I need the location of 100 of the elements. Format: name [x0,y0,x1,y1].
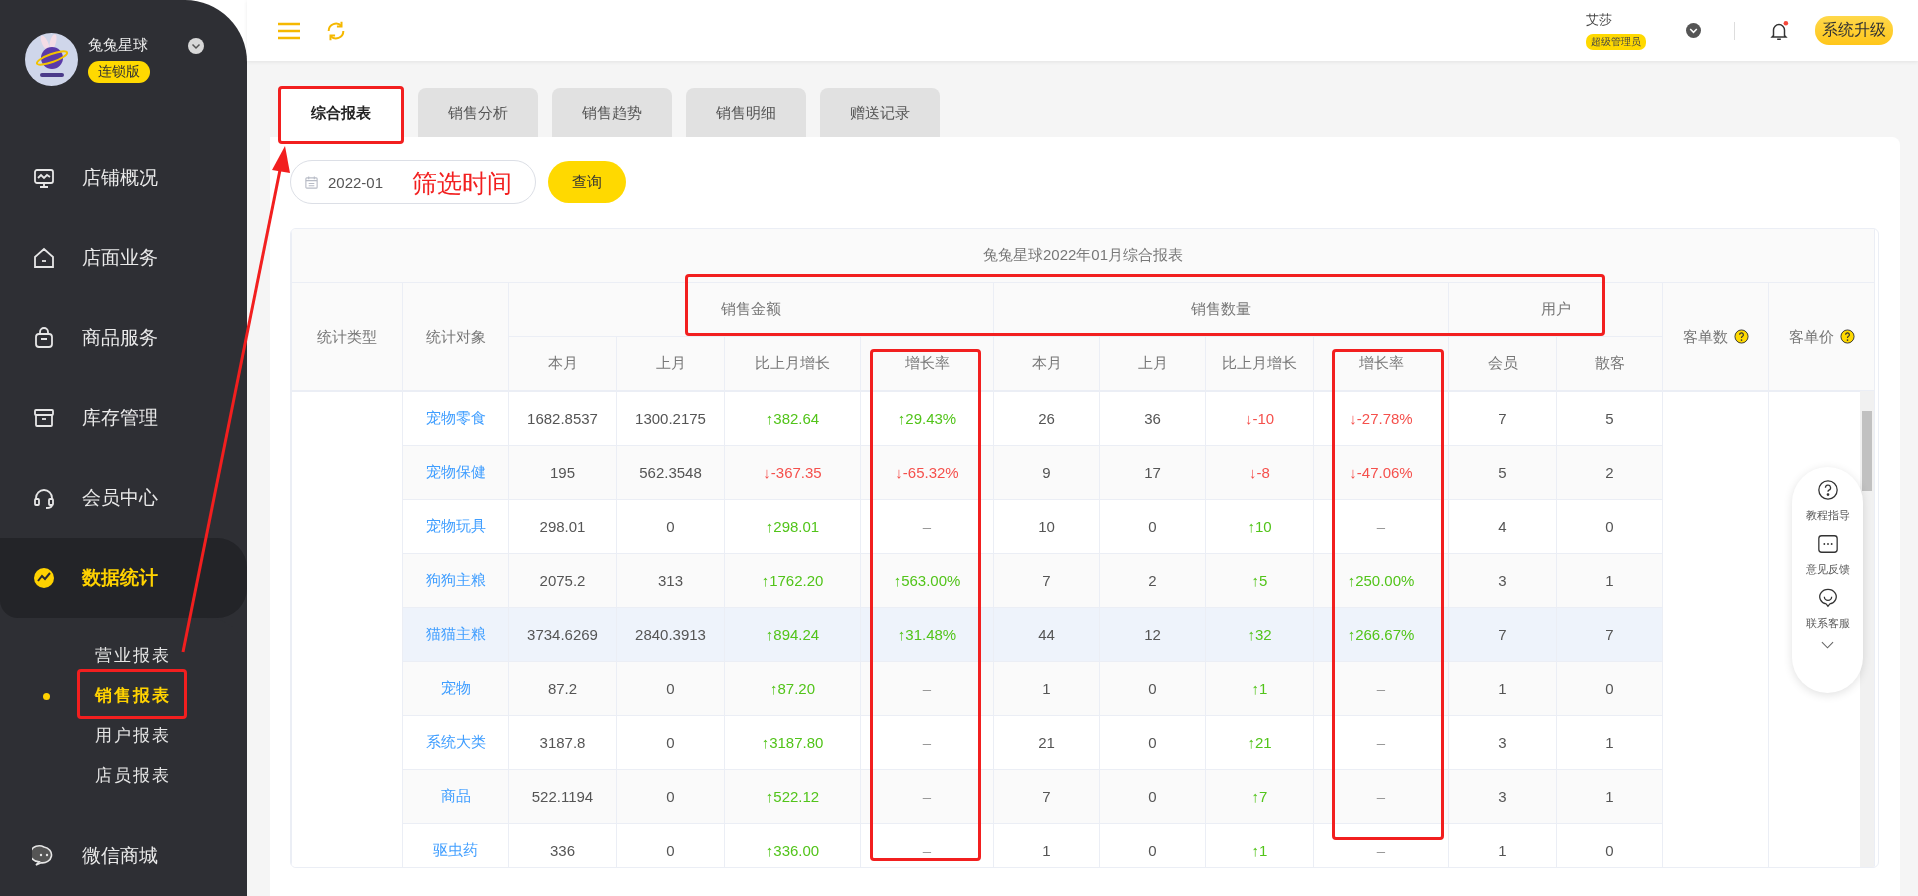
table-cell: ↑298.01 [724,499,861,554]
table-cell: 2840.3913 [616,607,725,662]
table-cell: 0 [616,661,725,716]
table-cell: 0 [1556,661,1663,716]
table-cell: 87.2 [508,661,617,716]
table-cell: 3734.6269 [508,607,617,662]
tab[interactable]: 销售趋势 [552,88,672,137]
table-cell: ↑7 [1205,769,1314,824]
menu-item[interactable]: 微信商城 [0,816,247,896]
table-cell: ↓-8 [1205,445,1314,500]
table-cell: – [860,499,994,554]
help-label[interactable]: 联系客服 [1805,616,1850,631]
table-cell: 3 [1448,553,1557,608]
table-cell: ↑21 [1205,715,1314,770]
edition-badge: 连锁版 [88,61,150,83]
tab[interactable]: 综合报表 [278,88,404,137]
help-icon[interactable] [1839,329,1855,345]
table-cell: ↑894.24 [724,607,861,662]
table-cell: 0 [616,715,725,770]
table-cell: ↑266.67% [1313,607,1449,662]
table-cell: – [860,715,994,770]
table-cell: ↓-47.06% [1313,445,1449,500]
table-cell: 26 [993,391,1100,446]
help-label[interactable]: 教程指导 [1805,508,1850,523]
table-cell: 21 [993,715,1100,770]
annotation-note: 筛选时间 [412,168,512,199]
table-cell: 10 [993,499,1100,554]
table-cell: 7 [1448,391,1557,446]
table-cell: 0 [1099,661,1206,716]
table-cell: ↑3187.80 [724,715,861,770]
chevron-down-icon[interactable] [1686,23,1701,38]
store-name: 兔兔星球 [88,36,148,55]
column-header: 本月 [993,336,1100,391]
role-badge: 超级管理员 [1586,34,1646,50]
table-cell: 9 [993,445,1100,500]
tab[interactable]: 赠送记录 [820,88,940,137]
table-cell: 195 [508,445,617,500]
menu-item[interactable]: 库存管理 [0,378,247,458]
table-cell: – [1313,715,1449,770]
table-cell: 3187.8 [508,715,617,770]
table-cell: 298.01 [508,499,617,554]
menu-item[interactable]: 店铺概况 [0,138,247,218]
scrollbar[interactable] [1860,391,1874,867]
table-cell: ↓-10 [1205,391,1314,446]
column-header: 上月 [1099,336,1206,391]
table-cell: 1682.8537 [508,391,617,446]
table-cell: ↓-367.35 [724,445,861,500]
table-cell: 522.1194 [508,769,617,824]
table-cell: ↑10 [1205,499,1314,554]
table-cell: 2075.2 [508,553,617,608]
chevron-down-icon[interactable] [1821,641,1834,649]
submenu-item[interactable]: 店员报表 [0,756,247,796]
table-cell: 1300.2175 [616,391,725,446]
menu-item[interactable]: 商品服务 [0,298,247,378]
house-icon [32,246,56,270]
table-cell: 3 [1448,769,1557,824]
menu-item[interactable]: 数据统计 [0,538,247,618]
tab[interactable]: 销售分析 [418,88,538,137]
submenu-item[interactable]: 营业报表 [0,636,247,676]
table-cell: 36 [1099,391,1206,446]
chart-icon [32,566,56,590]
table-cell: 1 [1556,553,1663,608]
ellipsis-icon[interactable] [1816,533,1839,555]
smile-bubble-icon[interactable] [1816,587,1839,609]
submenu-item[interactable]: 销售报表 [0,676,247,716]
table-cell: 12 [1099,607,1206,662]
table-cell: 1 [1448,661,1557,716]
column-header: 本月 [508,336,617,391]
column-group-header: 销售数量 [993,282,1449,337]
table-cell: 5 [1448,445,1557,500]
upgrade-button[interactable]: 系统升级 [1815,16,1893,45]
submenu-item[interactable]: 用户报表 [0,716,247,756]
question-icon[interactable] [1816,479,1839,501]
tab[interactable]: 销售明细 [686,88,806,137]
monitor-icon [32,166,56,190]
table-cell: – [1313,769,1449,824]
bell-icon[interactable] [1768,19,1790,42]
menu-item[interactable]: 店面业务 [0,218,247,298]
table-cell: ↑87.20 [724,661,861,716]
table-cell: 0 [1099,715,1206,770]
query-button[interactable]: 查询 [548,161,626,203]
column-header: 比上月增长 [724,336,861,391]
table-cell: ↑5 [1205,553,1314,608]
help-icon[interactable] [1733,329,1749,345]
menu-item[interactable]: 会员中心 [0,458,247,538]
column-header: 上月 [616,336,725,391]
table-cell: ↑32 [1205,607,1314,662]
bag-icon [32,326,56,350]
column-header: 统计类型 [317,327,377,345]
table-cell: ↑522.12 [724,769,861,824]
table-cell: 0 [616,499,725,554]
column-header: 客单数 [1682,327,1728,345]
table-cell: ↑382.64 [724,391,861,446]
help-label[interactable]: 意见反馈 [1805,562,1850,577]
column-group-header: 用户 [1448,282,1663,337]
table-cell: 0 [1099,499,1206,554]
table-cell: 1 [1556,769,1663,824]
table-cell: ↑1762.20 [724,553,861,608]
chevron-down-icon[interactable] [188,38,204,54]
table-cell: ↑250.00% [1313,553,1449,608]
